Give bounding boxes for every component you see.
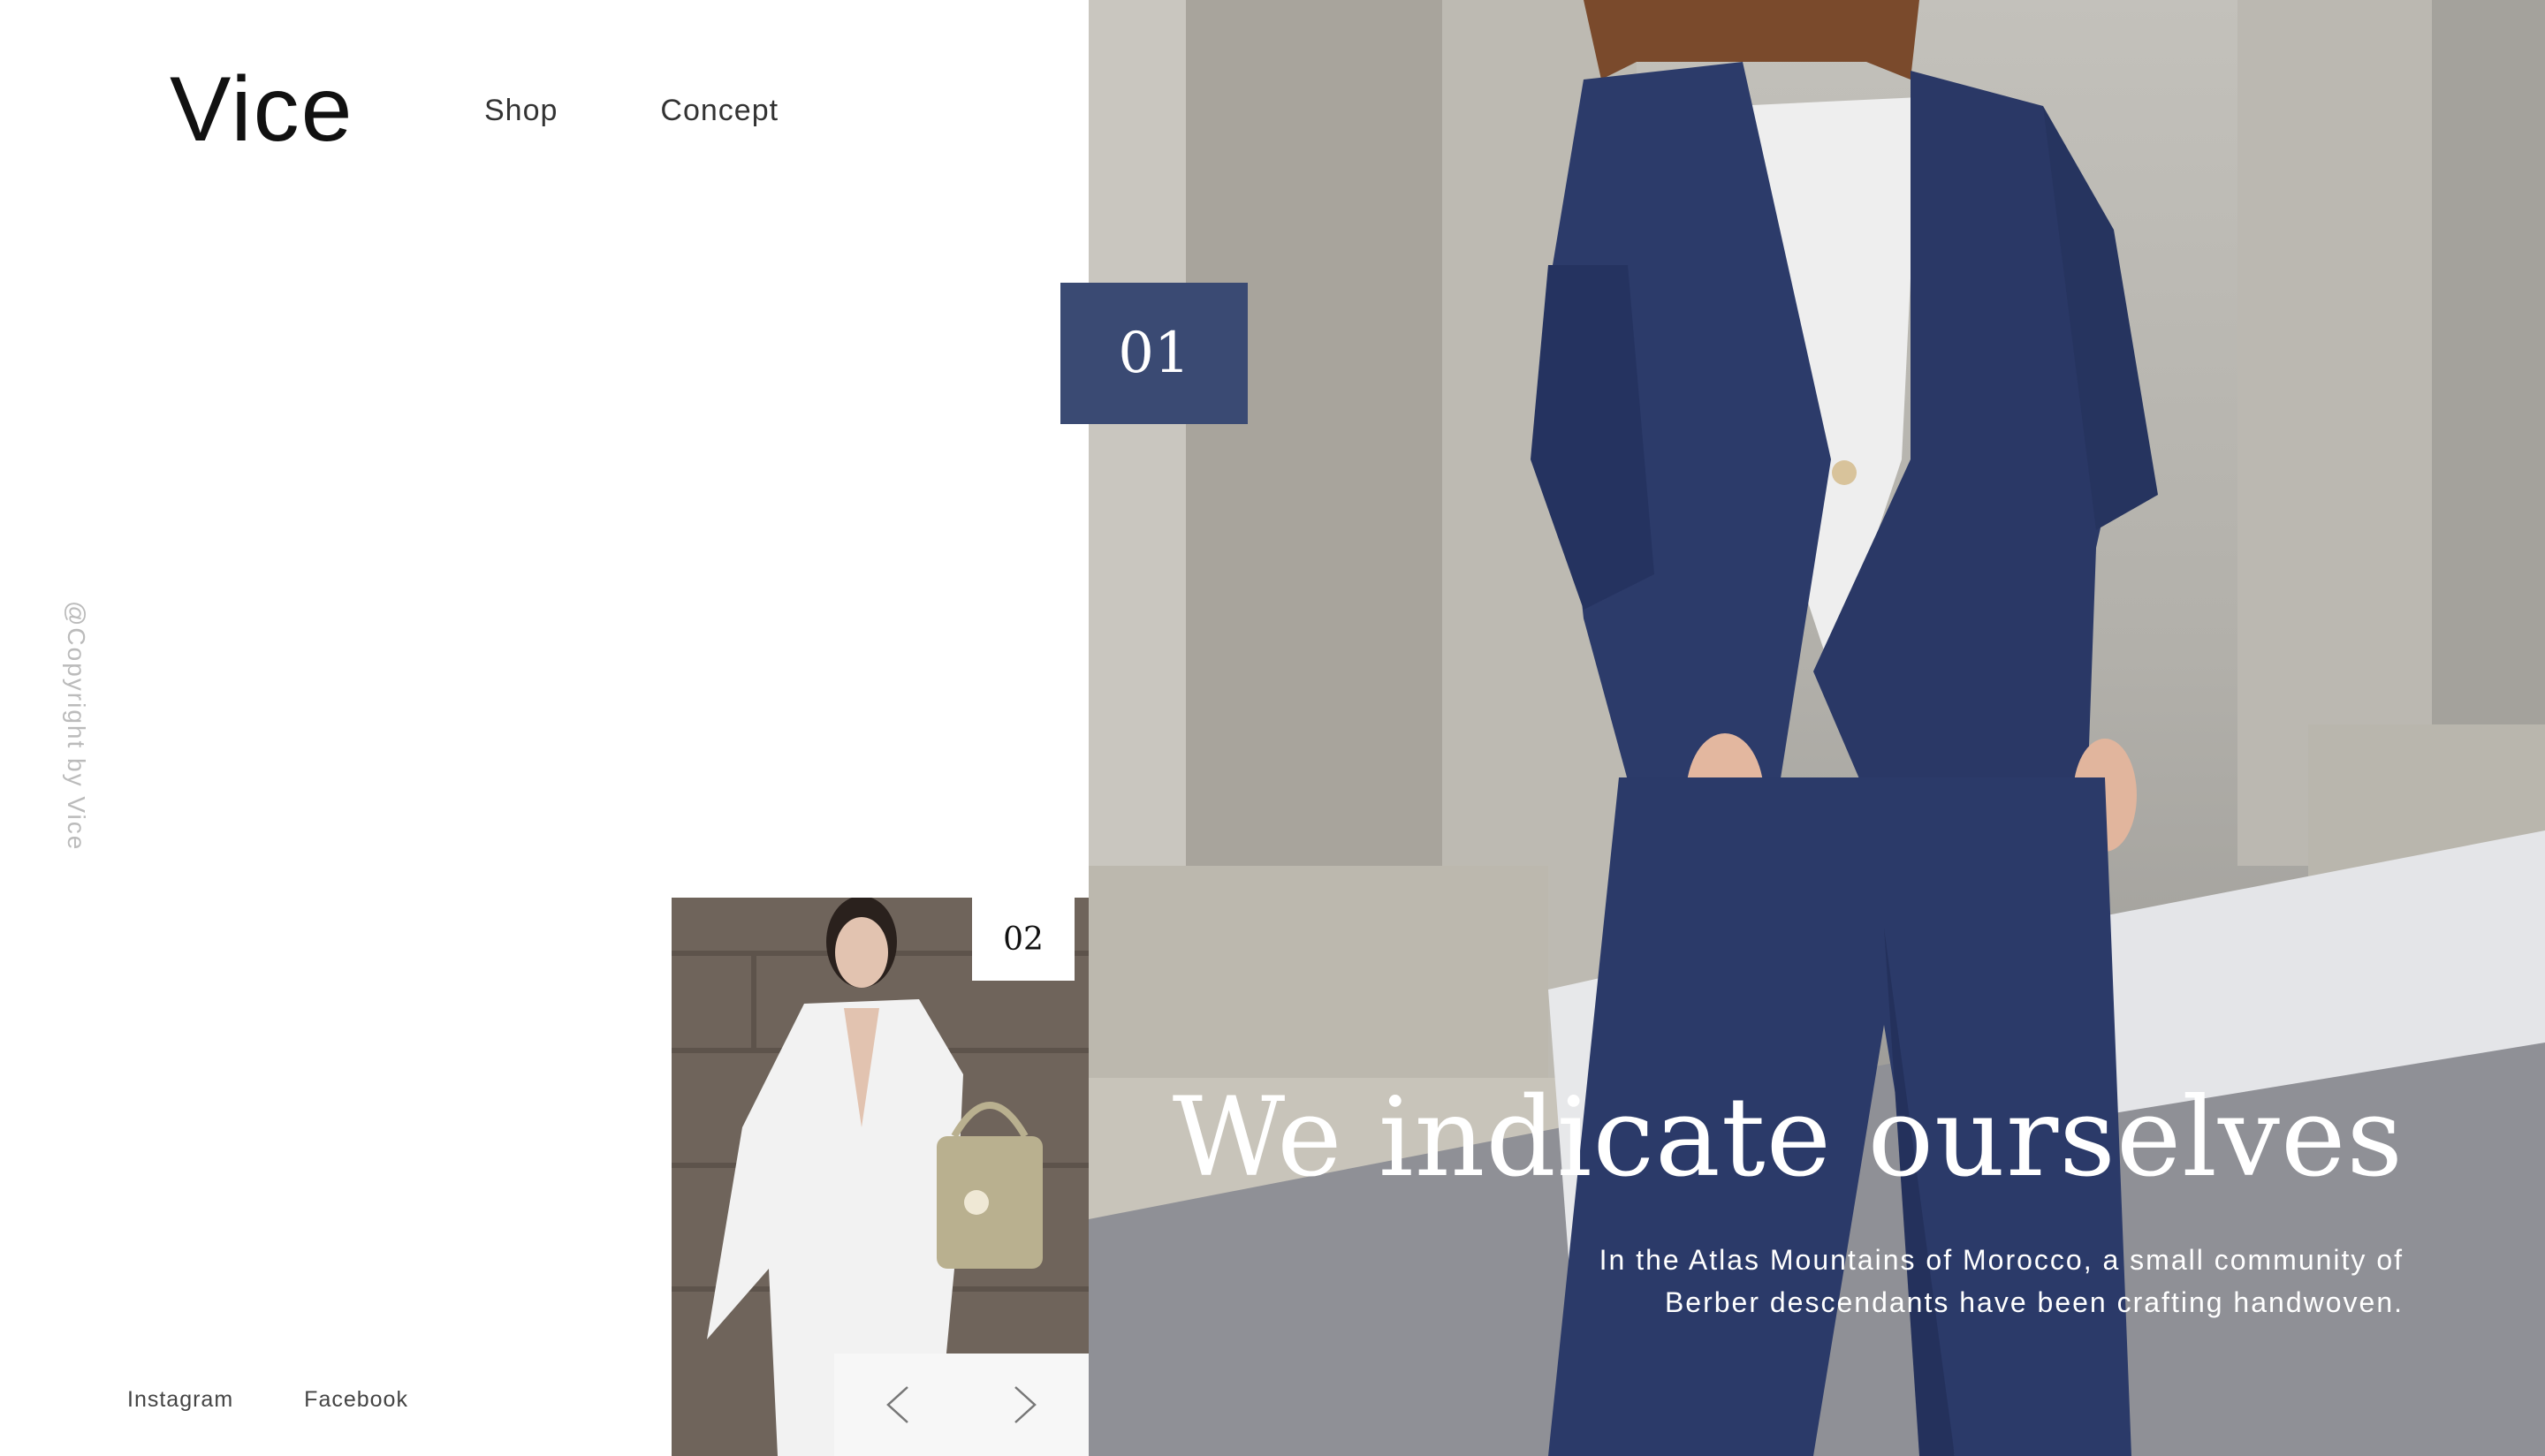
brand-logo[interactable]: Vice bbox=[170, 55, 353, 165]
social-links: Instagram Facebook bbox=[127, 1387, 408, 1413]
current-slide-number: 01 bbox=[1060, 283, 1248, 424]
prev-slide-button[interactable] bbox=[871, 1378, 924, 1431]
nav-link-concept[interactable]: Concept bbox=[660, 94, 779, 128]
instagram-link[interactable]: Instagram bbox=[127, 1387, 233, 1413]
chevron-right-icon bbox=[1014, 1386, 1037, 1423]
next-slide-button[interactable] bbox=[999, 1378, 1052, 1431]
chevron-left-icon bbox=[886, 1386, 908, 1423]
facebook-link[interactable]: Facebook bbox=[304, 1387, 408, 1413]
nav-link-shop[interactable]: Shop bbox=[484, 94, 558, 128]
hero-description: In the Atlas Mountains of Morocco, a sma… bbox=[1599, 1244, 2404, 1318]
hero-title: We indicate ourselves bbox=[1172, 1074, 2404, 1202]
copyright-text: @Copyright by Vice bbox=[63, 601, 90, 852]
main-nav: Shop Concept bbox=[484, 94, 779, 128]
next-slide-number: 02 bbox=[972, 898, 1075, 981]
model-in-navy-suit-photo bbox=[1089, 0, 2545, 1456]
slider-controls bbox=[834, 1354, 1089, 1456]
hero-image: We indicate ourselves In the Atlas Mount… bbox=[1089, 0, 2545, 1456]
